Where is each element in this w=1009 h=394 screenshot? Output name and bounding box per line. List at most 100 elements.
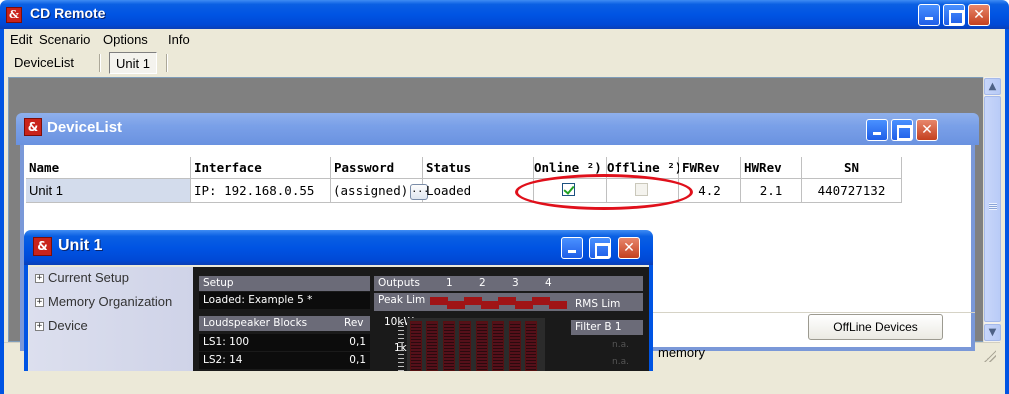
close-icon: ✕ bbox=[973, 7, 985, 23]
col-header-hwrev[interactable]: HWRev bbox=[741, 157, 802, 179]
col-header-password[interactable]: Password bbox=[331, 157, 423, 179]
tree-label: Current Setup bbox=[48, 270, 129, 285]
rms-lim-label: RMS Lim bbox=[575, 298, 621, 310]
devicelist-title: DeviceList bbox=[47, 119, 123, 136]
ls-blocks-header: Loudspeaker Blocks bbox=[199, 316, 336, 331]
peak-indicator bbox=[481, 301, 499, 309]
devicelist-minimize-button[interactable] bbox=[866, 119, 888, 141]
maximize-button[interactable] bbox=[943, 4, 965, 26]
annotation-highlight-oval bbox=[515, 174, 693, 210]
expand-plus-icon[interactable]: + bbox=[35, 274, 44, 284]
peak-indicator bbox=[464, 297, 482, 305]
rev-header: Rev bbox=[336, 316, 370, 331]
output-meter-bar bbox=[459, 321, 471, 371]
col-header-sn[interactable]: SN bbox=[802, 157, 902, 179]
unit-title-bar[interactable]: & Unit 1 ✕ bbox=[24, 230, 653, 265]
menu-options[interactable]: Options bbox=[103, 32, 148, 47]
peak-lim-label: Peak Lim bbox=[378, 294, 426, 306]
col-header-name[interactable]: Name bbox=[26, 157, 191, 179]
filter-header: Filter B 1 bbox=[571, 320, 643, 335]
minimize-icon bbox=[867, 120, 887, 140]
minimize-icon bbox=[919, 5, 939, 25]
unit-close-button[interactable]: ✕ bbox=[618, 237, 640, 259]
peak-indicator bbox=[430, 297, 448, 305]
tab-devicelist[interactable]: DeviceList bbox=[8, 52, 80, 74]
ls2-rev: 0,1 bbox=[349, 354, 366, 366]
unit-maximize-button[interactable] bbox=[589, 237, 611, 259]
ls2-row: LS2: 14 0,1 bbox=[199, 352, 370, 369]
close-button[interactable]: ✕ bbox=[968, 4, 990, 26]
tree-item-memory-organization[interactable]: + Memory Organization bbox=[35, 294, 172, 309]
window-title: CD Remote bbox=[30, 5, 106, 21]
output-channel-4: 4 bbox=[545, 277, 552, 289]
scroll-down-icon[interactable]: ▼ bbox=[984, 324, 1001, 341]
cell-name[interactable]: Unit 1 bbox=[26, 179, 191, 203]
peak-indicator bbox=[447, 301, 465, 309]
col-header-status[interactable]: Status bbox=[423, 157, 534, 179]
cell-sn: 440727132 bbox=[802, 179, 902, 203]
output-meter-bar bbox=[410, 321, 422, 371]
peak-indicator bbox=[532, 297, 550, 305]
menu-scenario[interactable]: Scenario bbox=[39, 32, 90, 47]
devicelist-maximize-button[interactable] bbox=[891, 119, 913, 141]
expand-plus-icon[interactable]: + bbox=[35, 298, 44, 308]
memory-label: memory bbox=[658, 345, 705, 360]
tree-item-device[interactable]: + Device bbox=[35, 318, 88, 333]
output-meter-bar bbox=[525, 321, 537, 371]
output-meter-bar bbox=[443, 321, 455, 371]
tree-label: Device bbox=[48, 318, 88, 333]
expand-plus-icon[interactable]: + bbox=[35, 322, 44, 332]
tree-item-current-setup[interactable]: + Current Setup bbox=[35, 270, 129, 285]
output-meter-bar bbox=[476, 321, 488, 371]
ls2-label: LS2: 14 bbox=[203, 354, 243, 366]
maximize-icon bbox=[590, 238, 610, 258]
scroll-thumb[interactable] bbox=[984, 96, 1001, 322]
app-icon: & bbox=[6, 7, 22, 23]
tree-label: Memory Organization bbox=[48, 294, 173, 309]
maximize-icon bbox=[944, 5, 964, 25]
output-meter-bar bbox=[492, 321, 504, 371]
unit-app-icon: & bbox=[33, 237, 52, 256]
cell-hwrev: 2.1 bbox=[741, 179, 802, 203]
ls1-label: LS1: 100 bbox=[203, 336, 250, 348]
filter-na-2: n.a. bbox=[612, 357, 629, 367]
ls1-row: LS1: 100 0,1 bbox=[199, 334, 370, 351]
tab-unit-1[interactable]: Unit 1 bbox=[109, 52, 157, 74]
offline-devices-button[interactable]: OffLine Devices bbox=[808, 314, 943, 340]
close-icon: ✕ bbox=[921, 122, 933, 138]
cell-password[interactable]: (assigned)... bbox=[331, 179, 429, 203]
output-meter-bar bbox=[509, 321, 521, 371]
tab-separator bbox=[99, 54, 101, 72]
tab-separator bbox=[166, 54, 168, 72]
cell-interface[interactable]: IP: 192.168.0.55 bbox=[191, 179, 331, 203]
filter-na-1: n.a. bbox=[612, 340, 629, 350]
maximize-icon bbox=[892, 120, 912, 140]
main-title-bar[interactable]: & CD Remote ✕ bbox=[0, 0, 1009, 29]
col-header-interface[interactable]: Interface bbox=[191, 157, 331, 179]
menu-edit[interactable]: Edit bbox=[10, 32, 32, 47]
devicelist-app-icon: & bbox=[24, 118, 42, 136]
menu-info[interactable]: Info bbox=[168, 32, 190, 47]
devicelist-close-button[interactable]: ✕ bbox=[916, 119, 938, 141]
vertical-scrollbar[interactable]: ▲ ▼ bbox=[983, 77, 1001, 342]
minimize-button[interactable] bbox=[918, 4, 940, 26]
scroll-up-icon[interactable]: ▲ bbox=[984, 78, 1001, 95]
output-channel-3: 3 bbox=[512, 277, 519, 289]
devicelist-footer-divider bbox=[650, 312, 975, 313]
ls1-rev: 0,1 bbox=[349, 336, 366, 348]
output-channel-2: 2 bbox=[479, 277, 486, 289]
close-icon: ✕ bbox=[623, 240, 635, 256]
minimize-icon bbox=[562, 238, 582, 258]
peak-indicator bbox=[515, 301, 533, 309]
loaded-setup-text: Loaded: Example 5 * bbox=[199, 292, 370, 309]
output-meter-bar bbox=[426, 321, 438, 371]
unit-window-title: Unit 1 bbox=[58, 237, 103, 254]
output-channel-1: 1 bbox=[446, 277, 453, 289]
unit-nav-tree: + Current Setup + Memory Organization + Dev… bbox=[29, 267, 193, 371]
outputs-header: Outputs 1 2 3 4 bbox=[374, 276, 643, 291]
resize-grip-icon[interactable] bbox=[984, 350, 996, 362]
col-header-fwrev[interactable]: FWRev bbox=[679, 157, 741, 179]
unit-minimize-button[interactable] bbox=[561, 237, 583, 259]
peak-indicator bbox=[549, 301, 567, 309]
devicelist-title-bar[interactable]: & DeviceList ✕ bbox=[16, 113, 979, 145]
